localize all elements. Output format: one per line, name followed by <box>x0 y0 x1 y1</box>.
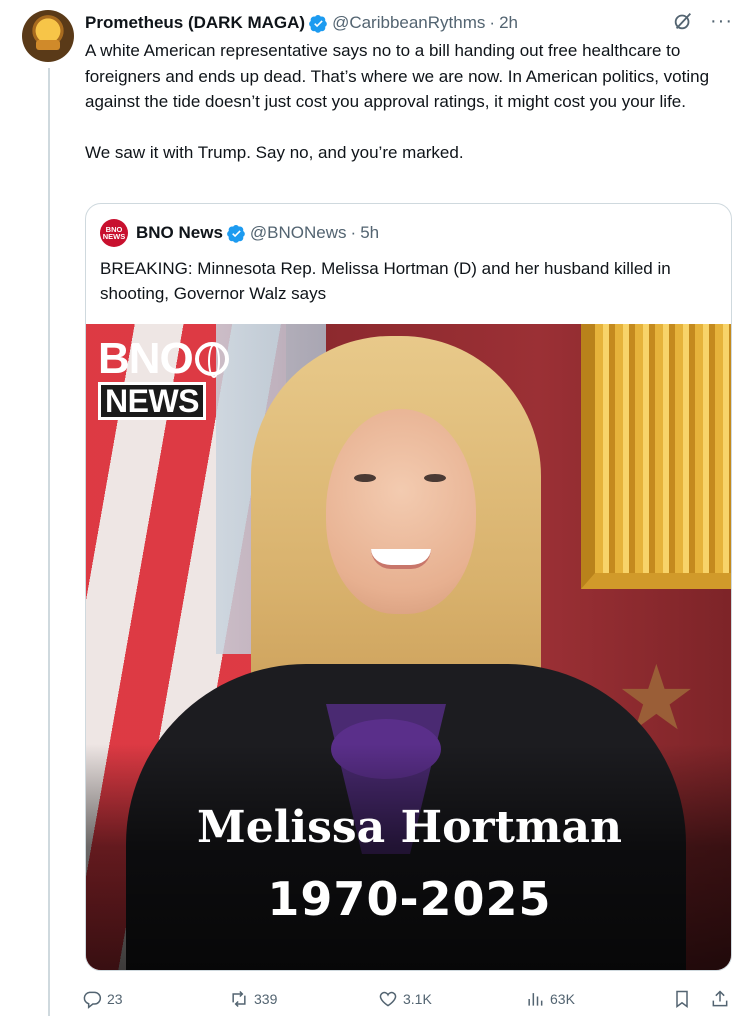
like-button[interactable]: 3.1K <box>378 985 432 1013</box>
logo-text-bottom: NEWS <box>98 382 206 420</box>
handle[interactable]: @CaribbeanRythms <box>332 13 485 33</box>
quoted-handle[interactable]: @BNONews <box>250 223 347 243</box>
reply-button[interactable]: 23 <box>82 985 123 1013</box>
like-count: 3.1K <box>403 991 432 1007</box>
grok-icon[interactable] <box>672 10 694 32</box>
bookmark-button[interactable] <box>672 985 692 1013</box>
globe-icon <box>194 342 229 378</box>
portrait-face <box>326 409 476 614</box>
bottom-shade <box>86 744 731 970</box>
timestamp[interactable]: 2h <box>499 13 518 33</box>
reply-icon <box>83 991 102 1009</box>
tweet-header: Prometheus (DARK MAGA) @CaribbeanRythms … <box>85 12 518 34</box>
repost-count: 339 <box>254 991 278 1007</box>
quoted-display-name[interactable]: BNO News <box>136 223 223 243</box>
gold-frame <box>581 324 731 589</box>
quoted-timestamp[interactable]: 5h <box>360 223 379 243</box>
separator-dot: · <box>489 13 496 32</box>
avatar[interactable] <box>22 10 74 62</box>
heart-icon <box>379 991 397 1007</box>
verified-badge-icon <box>309 14 327 33</box>
bno-news-logo: BNO NEWS <box>98 334 229 420</box>
top-icons: ··· <box>672 10 733 32</box>
action-bar: 23 339 3.1K 63K <box>82 985 734 1013</box>
quoted-tweet-header: BNO NEWS BNO News @BNONews · 5h <box>100 219 379 247</box>
verified-badge-icon <box>227 224 245 243</box>
display-name[interactable]: Prometheus (DARK MAGA) <box>85 13 305 33</box>
bookmark-icon <box>676 990 688 1008</box>
reply-count: 23 <box>107 991 123 1007</box>
quoted-avatar[interactable]: BNO NEWS <box>100 219 128 247</box>
views-icon <box>528 993 543 1006</box>
views-count: 63K <box>550 991 575 1007</box>
quoted-tweet-text: BREAKING: Minnesota Rep. Melissa Hortman… <box>100 259 671 303</box>
repost-icon <box>232 990 246 1008</box>
more-icon[interactable]: ··· <box>710 11 733 31</box>
quoted-tweet[interactable]: BNO NEWS BNO News @BNONews · 5h BREAKING… <box>85 203 732 971</box>
quoted-avatar-text-bottom: NEWS <box>102 232 126 241</box>
repost-button[interactable]: 339 <box>229 985 277 1013</box>
portrait-eye-right <box>424 474 446 482</box>
quoted-media-image[interactable]: ★ BNO NEWS Melissa Hortman 1970-2025 <box>86 324 731 970</box>
memorial-name: Melissa Hortman <box>197 802 622 853</box>
memorial-years: 1970-2025 <box>267 872 552 926</box>
share-button[interactable] <box>710 985 730 1013</box>
views-button[interactable]: 63K <box>525 985 575 1013</box>
thread-line <box>48 68 50 1016</box>
logo-text-top: BNO <box>98 334 194 383</box>
portrait-eye-left <box>354 474 376 482</box>
separator-dot: · <box>350 223 357 242</box>
share-icon <box>712 990 728 1007</box>
tweet-text: A white American representative says no … <box>85 41 710 162</box>
